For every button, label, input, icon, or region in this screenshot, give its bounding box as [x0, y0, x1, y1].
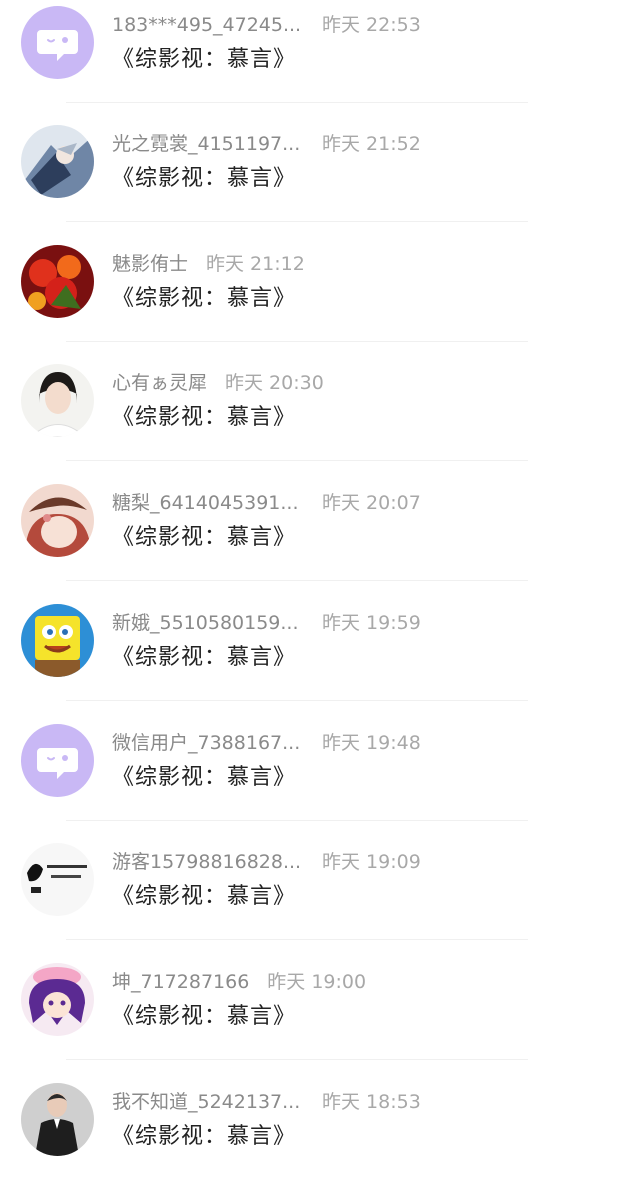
comment-meta: 新娥_5510580159... 昨天 19:59 — [112, 610, 421, 636]
sponge-character-avatar-icon — [21, 604, 94, 677]
comment-meta: 游客15798816828... 昨天 19:09 — [112, 849, 421, 875]
timestamp: 昨天 21:52 — [322, 133, 421, 155]
timestamp: 昨天 20:07 — [322, 492, 421, 514]
anime-girl-hat-avatar-icon — [21, 484, 94, 557]
comment-item[interactable]: 游客15798816828... 昨天 19:09 《综影视：慕言》 — [0, 837, 640, 956]
red-flowers-avatar-icon — [21, 245, 94, 318]
avatar[interactable] — [21, 843, 94, 916]
username[interactable]: 微信用户_7388167... — [112, 730, 302, 756]
timestamp: 昨天 19:00 — [267, 971, 367, 993]
comment-text: 《综影视：慕言》 — [112, 1124, 297, 1149]
divider — [66, 341, 528, 342]
avatar[interactable] — [21, 245, 94, 318]
timestamp: 昨天 18:53 — [322, 1091, 421, 1113]
timestamp: 昨天 22:53 — [322, 14, 421, 36]
girl-portrait-avatar-icon — [21, 364, 94, 437]
default-chat-avatar-icon — [21, 6, 94, 79]
purple-hair-chibi-avatar-icon — [21, 963, 94, 1036]
comment-item[interactable]: 我不知道_5242137... 昨天 18:53 《综影视：慕言》 — [0, 1077, 640, 1196]
calligraphy-sketch-avatar-icon — [21, 843, 94, 916]
comment-text: 《综影视：慕言》 — [112, 286, 297, 311]
comment-list: 183***495_47245... 昨天 22:53 《综影视：慕言》 光之霓裳… — [0, 0, 640, 1170]
avatar[interactable] — [21, 604, 94, 677]
comment-text: 《综影视：慕言》 — [112, 765, 297, 790]
comment-item[interactable]: 微信用户_7388167... 昨天 19:48 《综影视：慕言》 — [0, 718, 640, 837]
avatar[interactable] — [21, 125, 94, 198]
comment-item[interactable]: 新娥_5510580159... 昨天 19:59 《综影视：慕言》 — [0, 598, 640, 717]
username[interactable]: 新娥_5510580159... — [112, 610, 302, 636]
comment-text: 《综影视：慕言》 — [112, 166, 297, 191]
avatar[interactable] — [21, 963, 94, 1036]
timestamp: 昨天 19:09 — [322, 851, 421, 873]
divider — [66, 580, 528, 581]
timestamp: 昨天 21:12 — [206, 253, 305, 275]
timestamp: 昨天 20:30 — [225, 372, 324, 394]
comment-text: 《综影视：慕言》 — [112, 645, 297, 670]
comment-meta: 微信用户_7388167... 昨天 19:48 — [112, 730, 421, 756]
divider — [66, 820, 528, 821]
comment-item[interactable]: 糖梨_6414045391... 昨天 20:07 《综影视：慕言》 — [0, 478, 640, 597]
avatar[interactable] — [21, 6, 94, 79]
avatar[interactable] — [21, 1083, 94, 1156]
comment-text: 《综影视：慕言》 — [112, 405, 297, 430]
comment-meta: 魅影侑士 昨天 21:12 — [112, 251, 305, 277]
username[interactable]: 光之霓裳_4151197... — [112, 131, 302, 157]
divider — [66, 700, 528, 701]
comment-item[interactable]: 183***495_47245... 昨天 22:53 《综影视：慕言》 — [0, 0, 640, 119]
comment-item[interactable]: 心有ぁ灵犀 昨天 20:30 《综影视：慕言》 — [0, 358, 640, 477]
timestamp: 昨天 19:48 — [322, 732, 421, 754]
username[interactable]: 183***495_47245... — [112, 12, 302, 38]
anime-figure-avatar-icon — [21, 125, 94, 198]
comment-item[interactable]: 坤_717287166 昨天 19:00 《综影视：慕言》 — [0, 957, 640, 1076]
username[interactable]: 游客15798816828... — [112, 849, 302, 875]
comment-item[interactable]: 魅影侑士 昨天 21:12 《综影视：慕言》 — [0, 239, 640, 358]
comment-item[interactable]: 光之霓裳_4151197... 昨天 21:52 《综影视：慕言》 — [0, 119, 640, 238]
comment-text: 《综影视：慕言》 — [112, 884, 297, 909]
username[interactable]: 我不知道_5242137... — [112, 1089, 302, 1115]
divider — [66, 460, 528, 461]
comment-meta: 光之霓裳_4151197... 昨天 21:52 — [112, 131, 421, 157]
comment-meta: 糖梨_6414045391... 昨天 20:07 — [112, 490, 421, 516]
avatar[interactable] — [21, 364, 94, 437]
avatar[interactable] — [21, 724, 94, 797]
divider — [66, 102, 528, 103]
divider — [66, 1059, 528, 1060]
man-in-suit-avatar-icon — [21, 1083, 94, 1156]
comment-meta: 坤_717287166 昨天 19:00 — [112, 969, 366, 995]
divider — [66, 939, 528, 940]
divider — [66, 221, 528, 222]
comment-text: 《综影视：慕言》 — [112, 525, 297, 550]
comment-meta: 心有ぁ灵犀 昨天 20:30 — [112, 370, 324, 396]
comment-text: 《综影视：慕言》 — [112, 1004, 297, 1029]
comment-meta: 我不知道_5242137... 昨天 18:53 — [112, 1089, 421, 1115]
avatar[interactable] — [21, 484, 94, 557]
username[interactable]: 糖梨_6414045391... — [112, 490, 302, 516]
comment-text: 《综影视：慕言》 — [112, 47, 297, 72]
username[interactable]: 魅影侑士 — [112, 253, 188, 275]
username[interactable]: 坤_717287166 — [112, 971, 249, 993]
comment-meta: 183***495_47245... 昨天 22:53 — [112, 12, 421, 38]
username[interactable]: 心有ぁ灵犀 — [112, 372, 207, 394]
timestamp: 昨天 19:59 — [322, 612, 421, 634]
default-chat-avatar-icon — [21, 724, 94, 797]
